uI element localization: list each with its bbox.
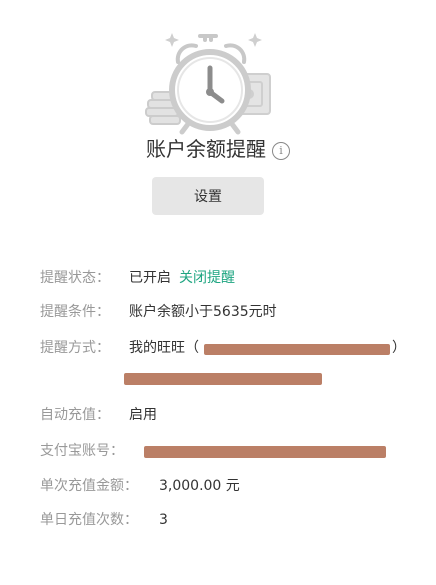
status-value: 已开启: [129, 270, 171, 286]
row-auto-recharge: 自动充值： 启用: [40, 405, 157, 425]
daily-count-value: 3: [159, 512, 168, 528]
method-label: 提醒方式：: [40, 340, 110, 356]
row-status: 提醒状态： 已开启 关闭提醒: [40, 268, 235, 288]
alipay-label: 支付宝账号：: [40, 443, 124, 459]
close-reminder-link[interactable]: 关闭提醒: [179, 270, 235, 286]
row-method: 提醒方式： 我的旺旺（: [40, 338, 199, 358]
row-condition: 提醒条件： 账户余额小于5635元时: [40, 302, 277, 322]
redacted-alipay-account: [144, 446, 386, 458]
redacted-contact: [124, 373, 322, 385]
method-value: 我的旺旺（: [129, 340, 199, 356]
method-close-paren-row: ）: [392, 338, 406, 358]
status-label: 提醒状态：: [40, 270, 110, 286]
single-amount-value: 3,000.00 元: [159, 478, 240, 494]
row-alipay: 支付宝账号：: [40, 441, 124, 461]
clock-icon: [169, 49, 251, 135]
settings-button[interactable]: 设置: [152, 177, 264, 215]
auto-recharge-value: 启用: [129, 407, 157, 423]
row-daily-count: 单日充值次数： 3: [40, 510, 168, 530]
single-amount-label: 单次充值金额：: [40, 478, 138, 494]
condition-value: 账户余额小于5635元时: [129, 304, 277, 320]
auto-recharge-label: 自动充值：: [40, 407, 110, 423]
page-title: 账户余额提醒 i: [0, 136, 436, 162]
daily-count-label: 单日充值次数：: [40, 512, 138, 528]
condition-label: 提醒条件：: [40, 304, 110, 320]
redacted-wangwang: [204, 344, 390, 355]
page-title-text: 账户余额提醒: [146, 137, 266, 161]
method-close-paren: ）: [392, 340, 406, 356]
info-icon[interactable]: i: [272, 142, 290, 160]
row-single-amount: 单次充值金额： 3,000.00 元: [40, 476, 240, 496]
